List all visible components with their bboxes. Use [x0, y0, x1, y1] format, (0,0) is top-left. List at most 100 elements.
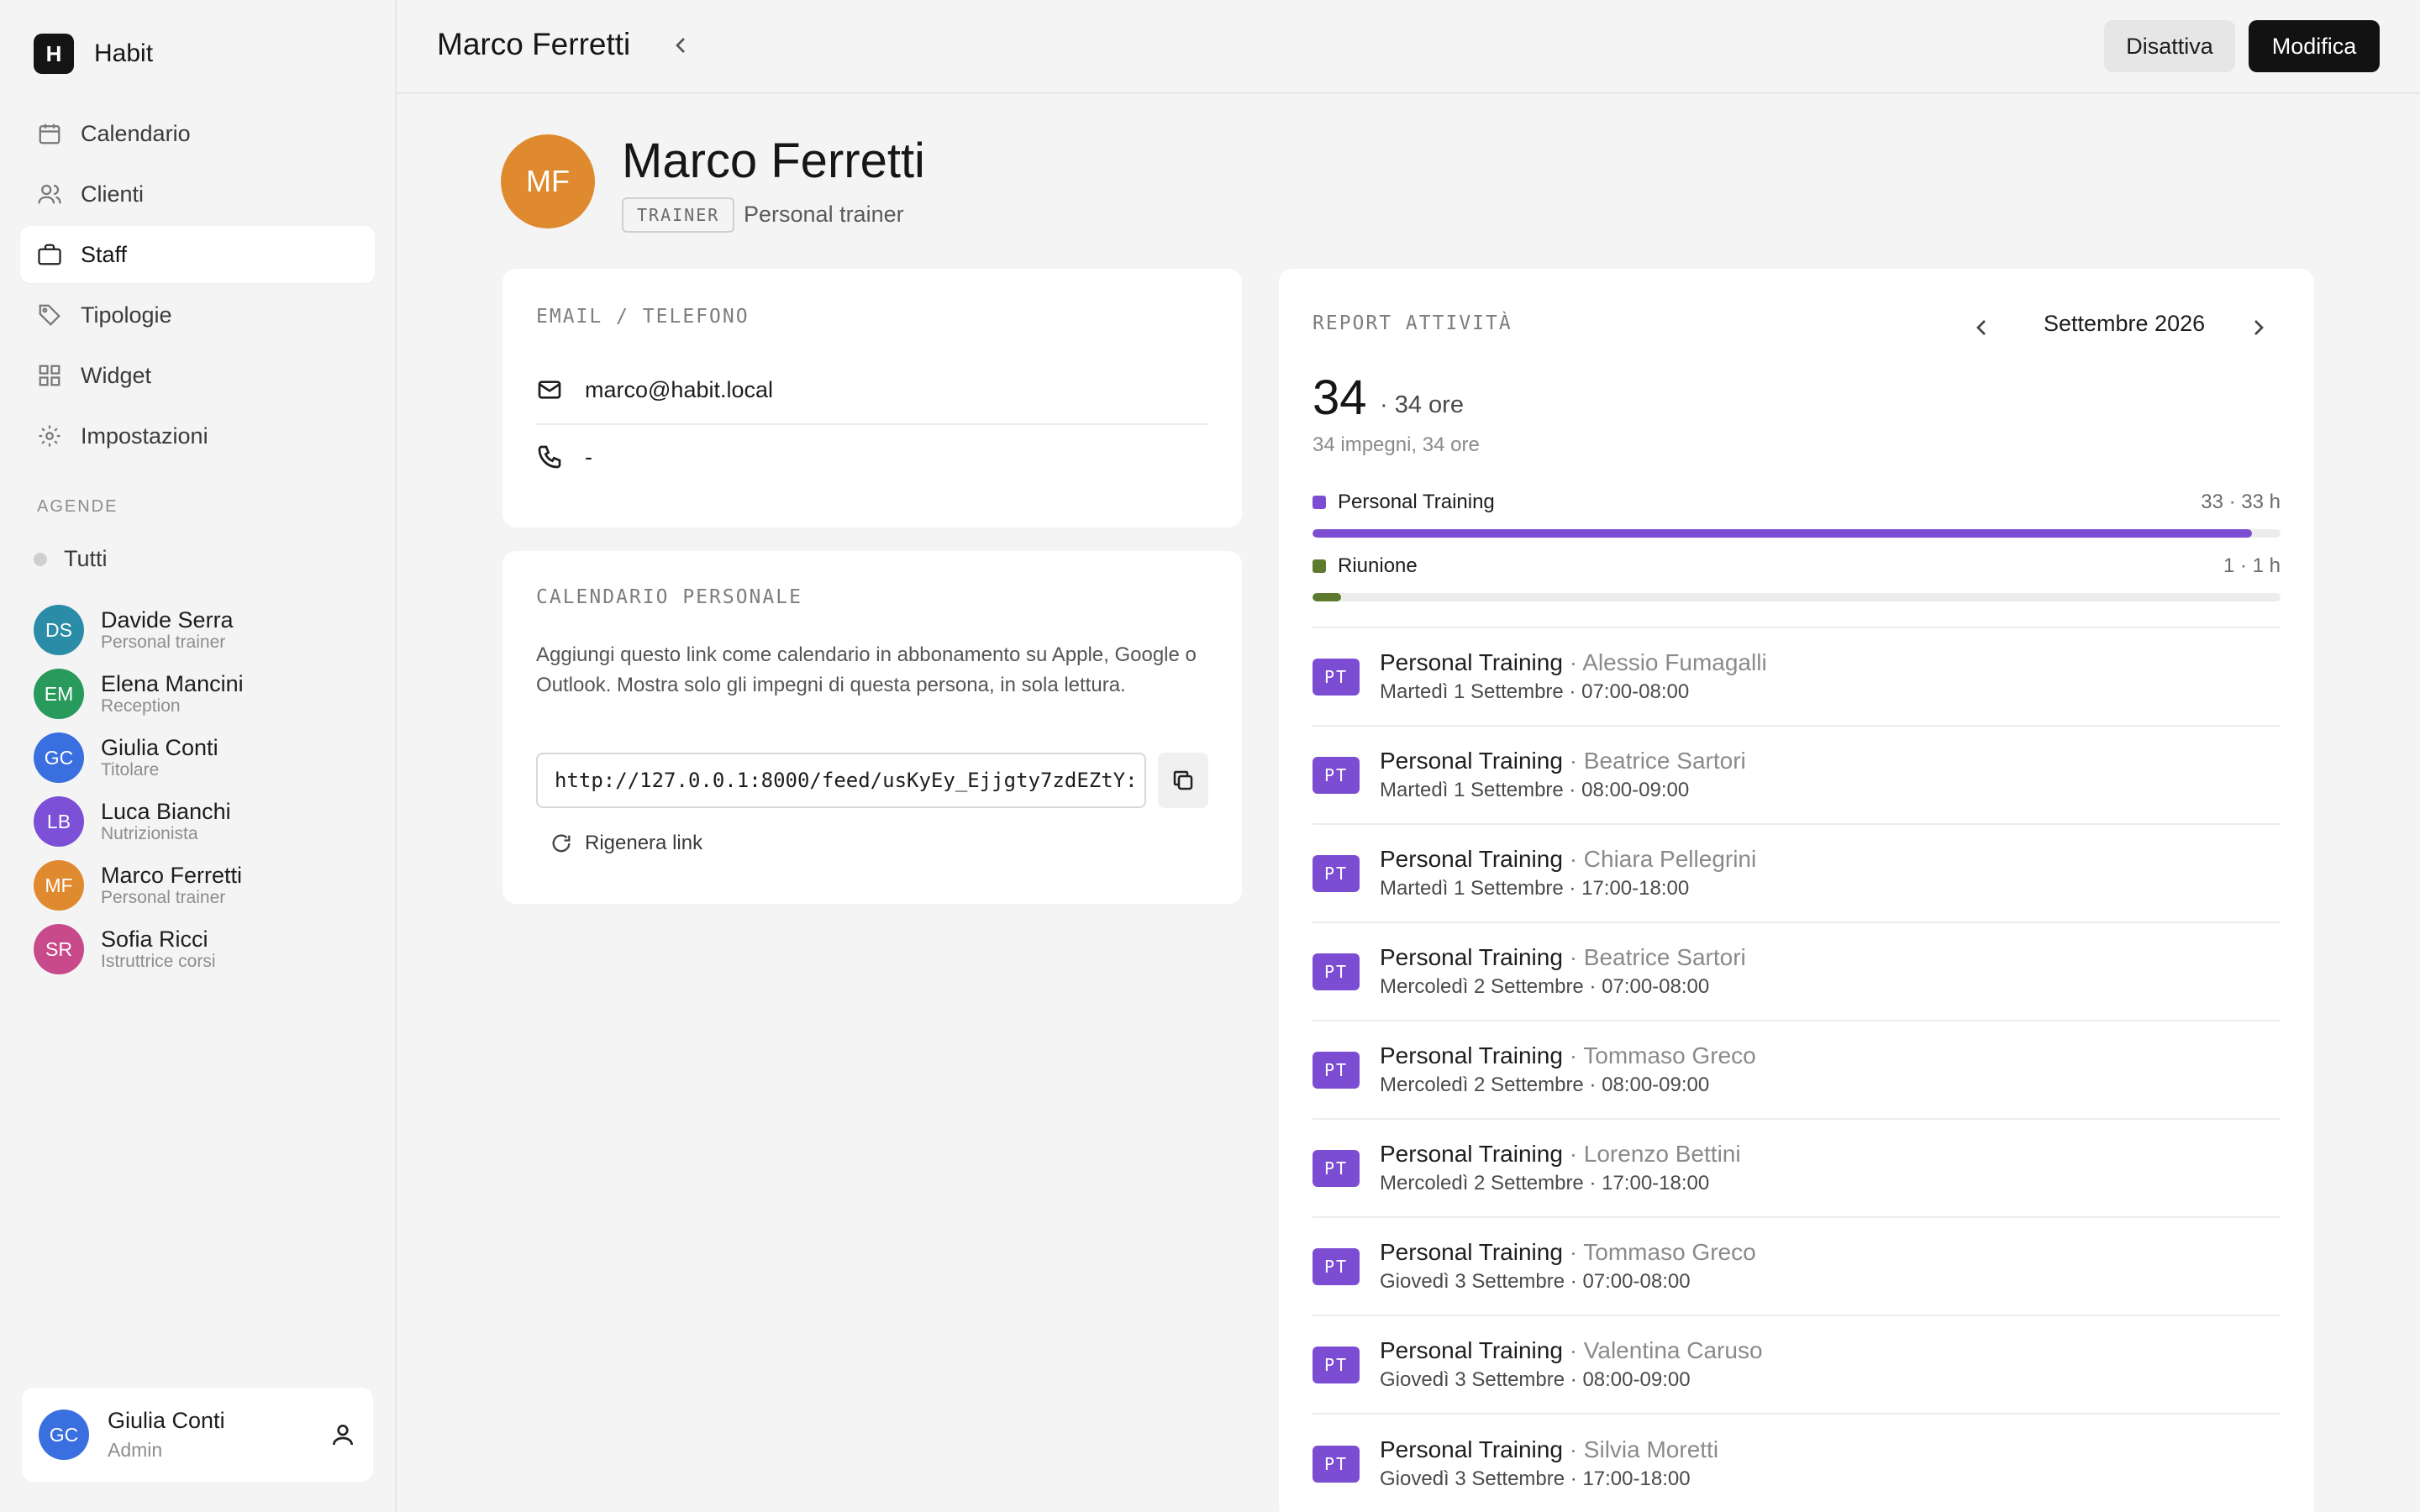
- staff-item-luca-bianchi[interactable]: LB Luca Bianchi Nutrizionista: [34, 790, 387, 853]
- chevron-left-icon[interactable]: [1968, 314, 1995, 341]
- report-subtitle: 34 impegni, 34 ore: [1313, 433, 1480, 456]
- profile-avatar: MF: [501, 134, 595, 228]
- profile-role: Personal trainer: [744, 202, 904, 227]
- mail-icon: [538, 381, 561, 399]
- current-user-card[interactable]: GC Giulia Conti Admin: [22, 1388, 373, 1482]
- event-row[interactable]: PT Personal Training · Alessio Fumagalli…: [1313, 628, 2281, 727]
- phone-icon: [538, 445, 561, 469]
- event-row[interactable]: PT Personal Training · Chiara Pellegrini…: [1313, 825, 2281, 923]
- event-when: Martedì 1 Settembre · 07:00-08:00: [1380, 680, 1690, 703]
- feed-url-input[interactable]: http://127.0.0.1:8000/feed/usKyEy_Ejjgty…: [536, 753, 1146, 808]
- event-row[interactable]: PT Personal Training · Silvia Moretti Gi…: [1313, 1415, 2281, 1512]
- event-client: · Tommaso Greco: [1569, 1238, 1756, 1265]
- type-badge: PT: [1313, 1247, 1360, 1285]
- event-when: Mercoledì 2 Settembre · 07:00-08:00: [1380, 974, 1710, 998]
- event-when: Mercoledì 2 Settembre · 08:00-09:00: [1380, 1073, 1710, 1096]
- briefcase-icon: [38, 244, 61, 265]
- nav-item-calendario[interactable]: Calendario: [20, 105, 375, 162]
- staff-name: Marco Ferretti: [101, 863, 243, 888]
- staff-role: Nutrizionista: [101, 824, 198, 843]
- profile-name: Marco Ferretti: [622, 134, 925, 188]
- event-type: Personal Training: [1380, 943, 1563, 970]
- progress-fill: [1313, 529, 2253, 538]
- divider: [536, 423, 1208, 425]
- event-client: · Valentina Caruso: [1569, 1336, 1763, 1363]
- staff-list: DS Davide Serra Personal trainer EM Elen…: [34, 598, 387, 981]
- staff-role: Personal trainer: [101, 888, 226, 907]
- progress-track: [1313, 593, 2281, 601]
- staff-item-davide-serra[interactable]: DS Davide Serra Personal trainer: [34, 598, 387, 662]
- deactivate-button[interactable]: Disattiva: [2104, 20, 2235, 72]
- user-name: Giulia Conti: [108, 1408, 225, 1433]
- event-row[interactable]: PT Personal Training · Tommaso Greco Gio…: [1313, 1218, 2281, 1316]
- avatar: LB: [34, 796, 84, 847]
- agenda-all[interactable]: Tutti: [34, 546, 108, 572]
- edit-button[interactable]: Modifica: [2249, 20, 2380, 72]
- nav-item-label: Tipologie: [81, 302, 172, 328]
- event-type: Personal Training: [1380, 1436, 1563, 1462]
- staff-item-sofia-ricci[interactable]: SR Sofia Ricci Istruttrice corsi: [34, 917, 387, 981]
- gear-icon: [39, 425, 60, 447]
- event-client: · Lorenzo Bettini: [1569, 1140, 1741, 1167]
- refresh-icon: [552, 834, 571, 853]
- copy-button[interactable]: [1158, 753, 1208, 808]
- type-badge: PT: [1313, 854, 1360, 892]
- nav-item-widget[interactable]: Widget: [20, 347, 375, 404]
- nav-item-staff[interactable]: Staff: [20, 226, 375, 283]
- brand-logo: H: [34, 34, 74, 74]
- staff-name: Elena Mancini: [101, 671, 244, 696]
- event-row[interactable]: PT Personal Training · Valentina Caruso …: [1313, 1316, 2281, 1415]
- event-type: Personal Training: [1380, 648, 1563, 675]
- nav-item-label: Impostazioni: [81, 423, 208, 449]
- total-hours: · 34 ore: [1380, 391, 1464, 418]
- nav-item-impostazioni[interactable]: Impostazioni: [20, 407, 375, 465]
- regenerate-link-button[interactable]: Rigenera link: [550, 832, 702, 855]
- phone-row[interactable]: -: [536, 444, 592, 470]
- agende-section-label: AGENDE: [37, 497, 118, 516]
- event-type: Personal Training: [1380, 1042, 1563, 1068]
- chevron-left-icon[interactable]: [667, 32, 694, 59]
- event-row[interactable]: PT Personal Training · Beatrice Sartori …: [1313, 727, 2281, 825]
- status-dot: [34, 552, 47, 566]
- staff-name: Luca Bianchi: [101, 799, 231, 824]
- chevron-right-icon[interactable]: [2245, 314, 2272, 341]
- event-type: Personal Training: [1380, 1140, 1563, 1167]
- email-row[interactable]: marco@habit.local: [536, 376, 773, 403]
- grid-icon: [39, 365, 60, 386]
- staff-item-marco-ferretti[interactable]: MF Marco Ferretti Personal trainer: [34, 853, 387, 917]
- breakdown-row-riunione: Riunione 1 · 1 h: [1313, 554, 2281, 601]
- calendar-description: Aggiungi questo link come calendario in …: [536, 643, 1197, 696]
- staff-item-elena-mancini[interactable]: EM Elena Mancini Reception: [34, 662, 387, 726]
- event-row[interactable]: PT Personal Training · Lorenzo Bettini M…: [1313, 1120, 2281, 1218]
- event-client: · Beatrice Sartori: [1569, 747, 1746, 774]
- staff-name: Sofia Ricci: [101, 927, 208, 952]
- contact-card-label: EMAIL / TELEFONO: [536, 306, 750, 328]
- legend-swatch: [1313, 496, 1326, 509]
- progress-fill: [1313, 593, 1341, 601]
- event-row[interactable]: PT Personal Training · Tommaso Greco Mer…: [1313, 1021, 2281, 1120]
- type-badge: PT: [1313, 658, 1360, 696]
- nav-item-label: Widget: [81, 362, 152, 388]
- type-badge: PT: [1313, 1346, 1360, 1383]
- avatar: DS: [34, 605, 84, 655]
- nav-item-tipologie[interactable]: Tipologie: [20, 286, 375, 344]
- type-badge: PT: [1313, 953, 1360, 990]
- event-when: Martedì 1 Settembre · 17:00-18:00: [1380, 876, 1690, 900]
- avatar: EM: [34, 669, 84, 719]
- staff-name: Davide Serra: [101, 607, 234, 633]
- personal-calendar-card: CALENDARIO PERSONALE Aggiungi questo lin…: [502, 551, 1242, 904]
- event-client: · Tommaso Greco: [1569, 1042, 1756, 1068]
- user-icon[interactable]: [329, 1421, 356, 1448]
- avatar: MF: [34, 860, 84, 911]
- event-type: Personal Training: [1380, 1238, 1563, 1265]
- brand[interactable]: H Habit: [34, 34, 153, 74]
- event-client: · Chiara Pellegrini: [1569, 845, 1757, 872]
- nav-item-clienti[interactable]: Clienti: [20, 165, 375, 223]
- event-when: Giovedì 3 Settembre · 08:00-09:00: [1380, 1368, 1691, 1391]
- users-icon: [38, 184, 61, 204]
- event-when: Giovedì 3 Settembre · 17:00-18:00: [1380, 1467, 1691, 1490]
- event-row[interactable]: PT Personal Training · Beatrice Sartori …: [1313, 923, 2281, 1021]
- staff-item-giulia-conti[interactable]: GC Giulia Conti Titolare: [34, 726, 387, 790]
- event-type: Personal Training: [1380, 845, 1563, 872]
- staff-role: Personal trainer: [101, 633, 226, 652]
